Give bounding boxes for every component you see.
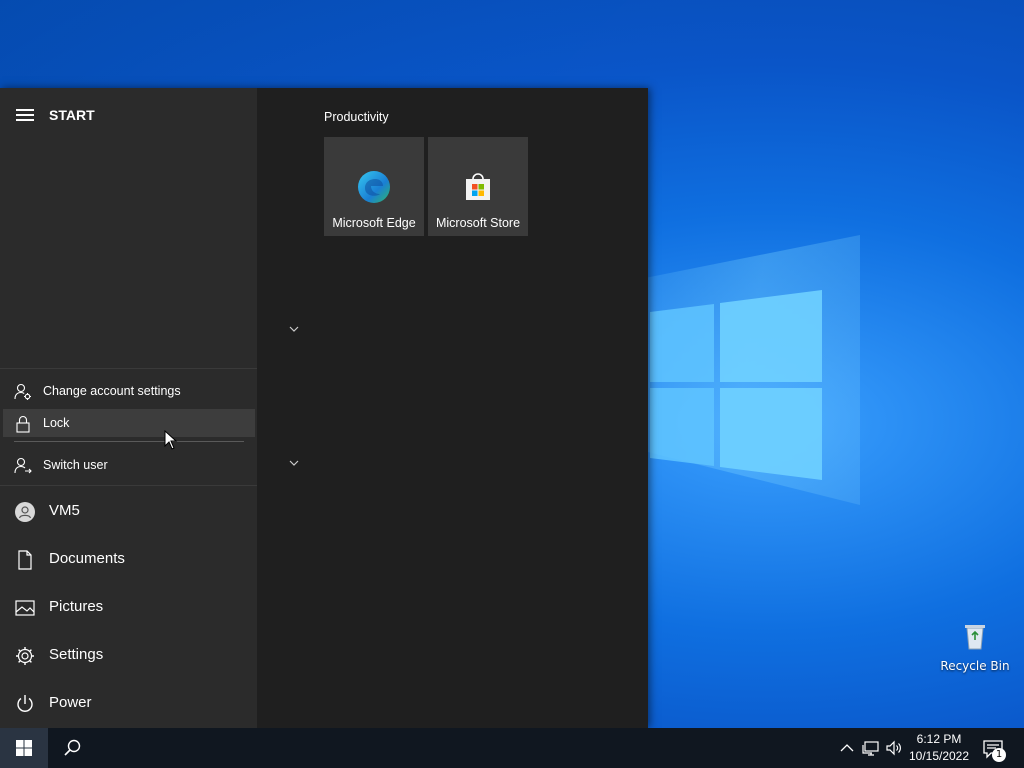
change-account-settings-item[interactable]: Change account settings bbox=[3, 377, 255, 405]
person-settings-icon bbox=[14, 383, 31, 400]
store-icon bbox=[466, 173, 490, 200]
user-account-flyout: Change account settings Lock Switch user bbox=[0, 368, 257, 486]
hamburger-menu-icon[interactable] bbox=[16, 109, 34, 123]
tile-label: Microsoft Edge bbox=[332, 216, 416, 230]
power-icon bbox=[17, 695, 33, 712]
start-app-list-area bbox=[257, 88, 305, 728]
nav-item-label: Settings bbox=[49, 646, 104, 663]
switch-user-label: Switch user bbox=[43, 458, 108, 472]
start-menu: START Change account settings Lock Switc… bbox=[0, 88, 648, 728]
gear-icon bbox=[16, 647, 34, 665]
taskbar-search-button[interactable] bbox=[48, 728, 96, 768]
nav-item-documents[interactable]: Documents bbox=[0, 536, 257, 584]
chevron-down-icon[interactable] bbox=[288, 459, 300, 467]
nav-item-pictures[interactable]: Pictures bbox=[0, 584, 257, 632]
flyout-divider bbox=[14, 441, 244, 442]
chevron-down-icon[interactable] bbox=[288, 325, 300, 333]
recycle-bin-label: Recycle Bin bbox=[940, 659, 1010, 673]
avatar-icon bbox=[15, 502, 35, 522]
tile-label: Microsoft Store bbox=[435, 216, 521, 230]
switch-user-item[interactable]: Switch user bbox=[3, 451, 255, 479]
network-icon[interactable] bbox=[862, 739, 880, 757]
pictures-icon bbox=[15, 600, 35, 616]
nav-item-settings[interactable]: Settings bbox=[0, 632, 257, 680]
recycle-bin-icon bbox=[965, 625, 985, 650]
nav-item-label: Documents bbox=[49, 550, 125, 567]
switch-user-icon bbox=[14, 457, 32, 474]
mouse-cursor-icon bbox=[164, 430, 178, 450]
search-icon bbox=[64, 739, 81, 756]
taskbar: 6:12 PM 10/15/2022 1 bbox=[0, 728, 1024, 768]
nav-item-label: VM5 bbox=[49, 502, 80, 519]
chevron-up-icon[interactable] bbox=[838, 739, 856, 757]
start-title: START bbox=[49, 107, 95, 123]
lock-icon bbox=[16, 415, 30, 433]
start-button[interactable] bbox=[0, 728, 48, 768]
tile-microsoft-edge[interactable]: Microsoft Edge bbox=[324, 137, 424, 236]
tile-microsoft-store[interactable]: Microsoft Store bbox=[428, 137, 528, 236]
nav-item-label: Power bbox=[49, 694, 92, 711]
windows-icon bbox=[16, 740, 32, 756]
lock-item[interactable]: Lock bbox=[3, 409, 255, 437]
clock-date: 10/15/2022 bbox=[908, 749, 970, 763]
nav-item-user[interactable]: VM5 bbox=[0, 488, 257, 536]
taskbar-clock[interactable]: 6:12 PM 10/15/2022 bbox=[906, 731, 972, 765]
windows-logo-wallpaper bbox=[650, 290, 822, 480]
tile-group-title: Productivity bbox=[324, 110, 389, 124]
clock-time: 6:12 PM bbox=[916, 732, 962, 746]
desktop-icon-recycle-bin[interactable]: Recycle Bin bbox=[940, 620, 1010, 673]
document-icon bbox=[18, 550, 32, 570]
change-account-settings-label: Change account settings bbox=[43, 384, 181, 398]
nav-item-label: Pictures bbox=[49, 598, 104, 615]
notification-count-badge: 1 bbox=[992, 748, 1006, 762]
edge-icon bbox=[358, 171, 390, 203]
lock-label: Lock bbox=[43, 416, 70, 430]
volume-icon[interactable] bbox=[885, 739, 903, 757]
nav-item-power[interactable]: Power bbox=[0, 680, 257, 728]
